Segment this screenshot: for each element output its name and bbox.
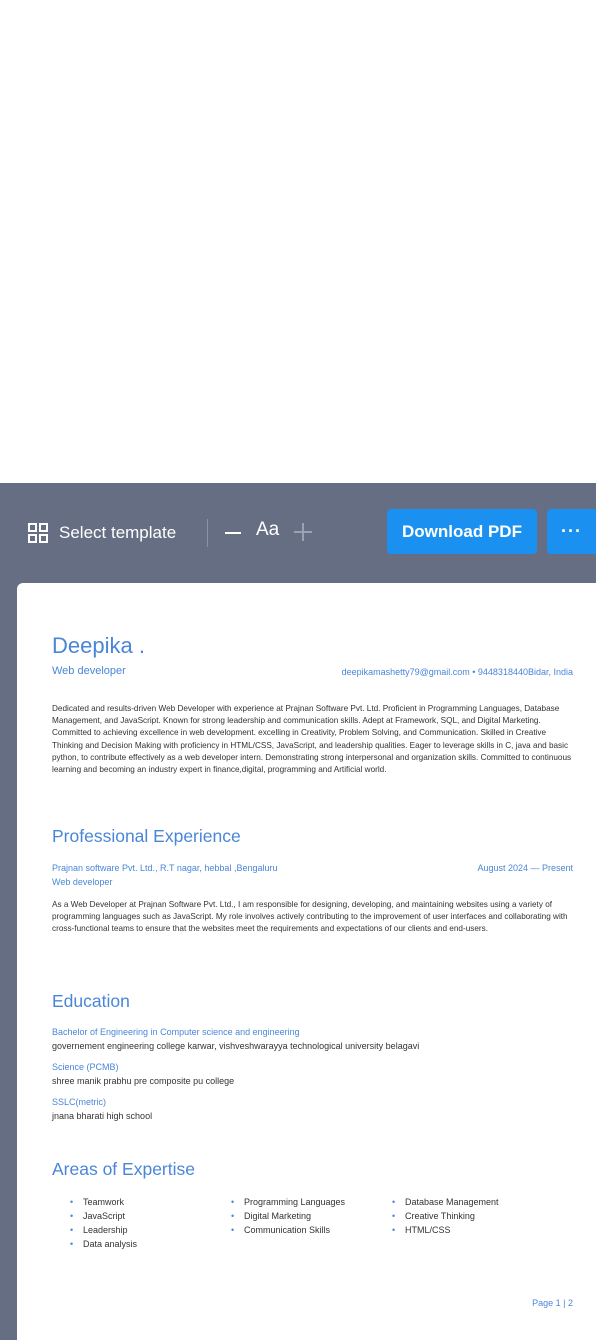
skill-item: Data analysis — [70, 1237, 231, 1251]
resume-page: Deepika . Web developer deepikamashetty7… — [17, 583, 596, 1340]
skill-item: Teamwork — [70, 1195, 231, 1209]
skills-column: Teamwork JavaScript Leadership Data anal… — [70, 1195, 231, 1251]
expertise-heading: Areas of Expertise — [52, 1159, 195, 1179]
experience-heading: Professional Experience — [52, 826, 241, 846]
skills-column: Programming Languages Digital Marketing … — [231, 1195, 392, 1251]
skill-item: HTML/CSS — [392, 1223, 553, 1237]
select-template-label: Select template — [59, 523, 177, 542]
resume-name: Deepika . — [52, 633, 145, 658]
skill-item: Programming Languages — [231, 1195, 392, 1209]
resume-role: Web developer — [52, 665, 126, 677]
skill-item: Database Management — [392, 1195, 553, 1209]
select-template-button[interactable]: Select template — [28, 521, 176, 545]
decrease-font-icon[interactable] — [225, 532, 241, 534]
skill-item: JavaScript — [70, 1209, 231, 1223]
education-degree: SSLC(metric) — [52, 1097, 107, 1107]
increase-font-icon[interactable] — [294, 523, 312, 541]
experience-dates: August 2024 — Present — [477, 863, 573, 873]
grid-icon — [28, 523, 48, 543]
education-school: jnana bharati high school — [52, 1111, 153, 1121]
education-degree: Science (PCMB) — [52, 1062, 119, 1072]
toolbar-divider — [207, 519, 208, 547]
skill-item: Creative Thinking — [392, 1209, 553, 1223]
toolbar: Select template Aa Download PDF ··· — [0, 483, 596, 583]
page-number: Page 1 | 2 — [532, 1298, 573, 1308]
education-school: shree manik prabhu pre composite pu coll… — [52, 1076, 235, 1086]
education-heading: Education — [52, 991, 130, 1011]
education-degree: Bachelor of Engineering in Computer scie… — [52, 1027, 300, 1037]
editor-panel: Select template Aa Download PDF ··· Deep… — [0, 483, 596, 1340]
font-size-label: Aa — [256, 519, 280, 540]
experience-description: As a Web Developer at Prajnan Software P… — [52, 900, 568, 934]
experience-company: Prajnan software Pvt. Ltd., R.T nagar, h… — [52, 863, 278, 873]
experience-title: Web developer — [52, 877, 113, 887]
resume-summary: Dedicated and results-driven Web Develop… — [52, 704, 572, 775]
more-options-button[interactable]: ··· — [547, 509, 596, 554]
skill-item: Leadership — [70, 1223, 231, 1237]
resume-contact: deepikamashetty79@gmail.com • 9448318440… — [341, 667, 573, 677]
skill-item: Communication Skills — [231, 1223, 392, 1237]
download-pdf-button[interactable]: Download PDF — [387, 509, 537, 554]
skills-list: Teamwork JavaScript Leadership Data anal… — [70, 1195, 553, 1251]
skills-column: Database Management Creative Thinking HT… — [392, 1195, 553, 1251]
skill-item: Digital Marketing — [231, 1209, 392, 1223]
education-school: governement engineering college karwar, … — [52, 1041, 420, 1051]
